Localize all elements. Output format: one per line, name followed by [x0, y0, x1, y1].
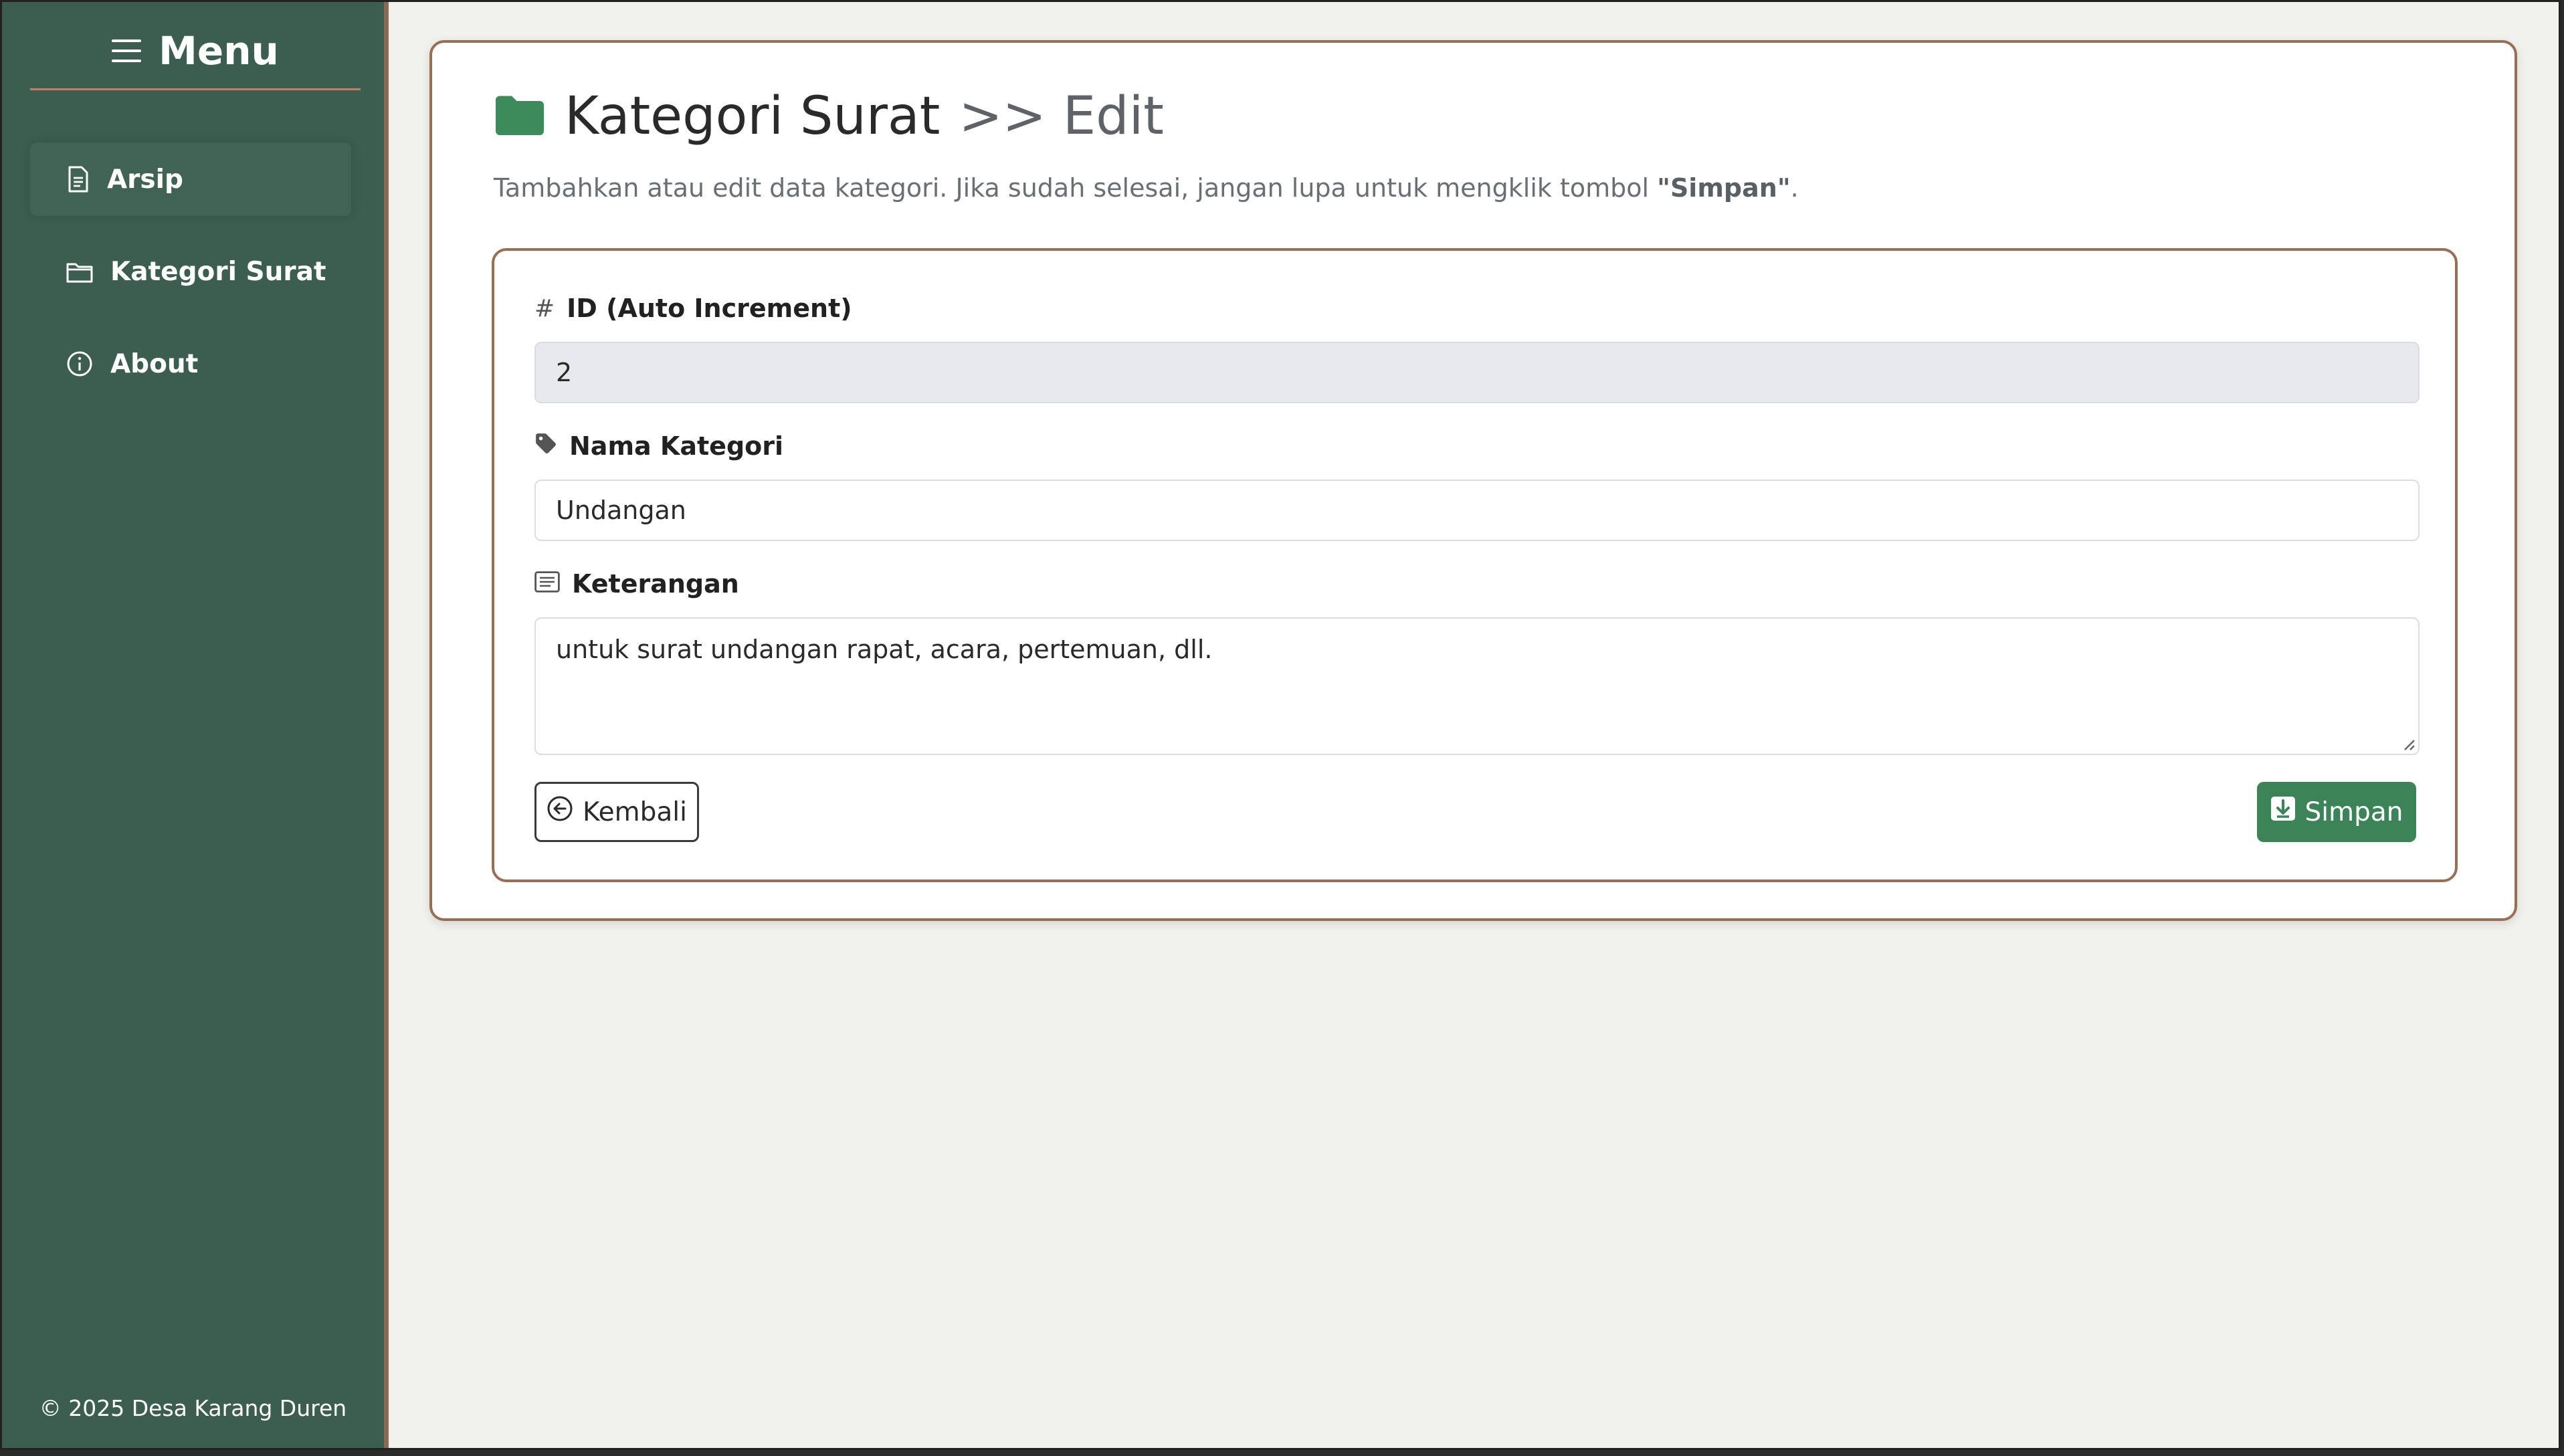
- back-button[interactable]: Kembali: [534, 782, 699, 842]
- page-title: Kategori Surat: [565, 86, 941, 146]
- hash-icon: #: [534, 294, 555, 322]
- category-name-input[interactable]: Undangan: [534, 480, 2420, 541]
- save-button-label: Simpan: [2304, 797, 2403, 827]
- folder-outline-icon: [66, 260, 93, 283]
- name-label: Nama Kategori: [534, 431, 783, 461]
- name-label-text: Nama Kategori: [569, 431, 784, 461]
- folder-icon: [494, 93, 546, 140]
- description-label-text: Keterangan: [572, 569, 739, 599]
- menu-title: Menu: [159, 27, 279, 74]
- sidebar-item-label: Kategori Surat: [110, 256, 326, 287]
- app-window: Menu Arsip Kategori Surat About © 2025 D…: [0, 0, 2561, 1450]
- id-label-text: ID (Auto Increment): [567, 294, 852, 323]
- id-label: # ID (Auto Increment): [534, 294, 852, 323]
- subtitle-emphasis: "Simpan": [1657, 173, 1791, 203]
- subtitle-end: .: [1790, 173, 1799, 203]
- save-button[interactable]: Simpan: [2257, 782, 2416, 842]
- sidebar-item-label: Arsip: [107, 164, 183, 195]
- sidebar-item-label: About: [110, 348, 199, 379]
- sidebar-item-about[interactable]: About: [42, 327, 350, 401]
- subtitle-text: Tambahkan atau edit data kategori. Jika …: [494, 173, 1658, 203]
- arrow-left-circle-icon: [547, 795, 573, 829]
- id-field: 2: [534, 342, 2420, 403]
- form-card: # ID (Auto Increment) 2 Nama Kategori Un…: [492, 248, 2458, 882]
- text-lines-icon: [534, 569, 560, 599]
- sidebar-item-arsip[interactable]: Arsip: [30, 142, 351, 216]
- page-subtitle: Tambahkan atau edit data kategori. Jika …: [494, 173, 1799, 203]
- tag-icon: [534, 431, 557, 461]
- save-download-icon: [2270, 796, 2296, 828]
- id-value: 2: [556, 358, 573, 387]
- page-heading: Kategori Surat >> Edit: [494, 83, 1164, 150]
- info-circle-icon: [66, 350, 93, 377]
- sidebar-header: Menu: [30, 26, 361, 90]
- sidebar: Menu Arsip Kategori Surat About © 2025 D…: [2, 2, 389, 1448]
- description-label: Keterangan: [534, 569, 739, 599]
- sidebar-item-kategori-surat[interactable]: Kategori Surat: [42, 235, 350, 308]
- description-textarea[interactable]: untuk surat undangan rapat, acara, perte…: [534, 617, 2420, 755]
- breadcrumb: >> Edit: [959, 86, 1164, 146]
- category-name-value: Undangan: [556, 496, 686, 525]
- resize-grip-icon[interactable]: [2401, 736, 2415, 751]
- file-text-icon: [67, 166, 90, 193]
- description-value: untuk surat undangan rapat, acara, perte…: [556, 635, 1213, 664]
- hamburger-icon[interactable]: [112, 39, 142, 62]
- main-card: Kategori Surat >> Edit Tambahkan atau ed…: [429, 40, 2517, 921]
- sidebar-footer: © 2025 Desa Karang Duren: [39, 1395, 347, 1421]
- back-button-label: Kembali: [583, 797, 687, 827]
